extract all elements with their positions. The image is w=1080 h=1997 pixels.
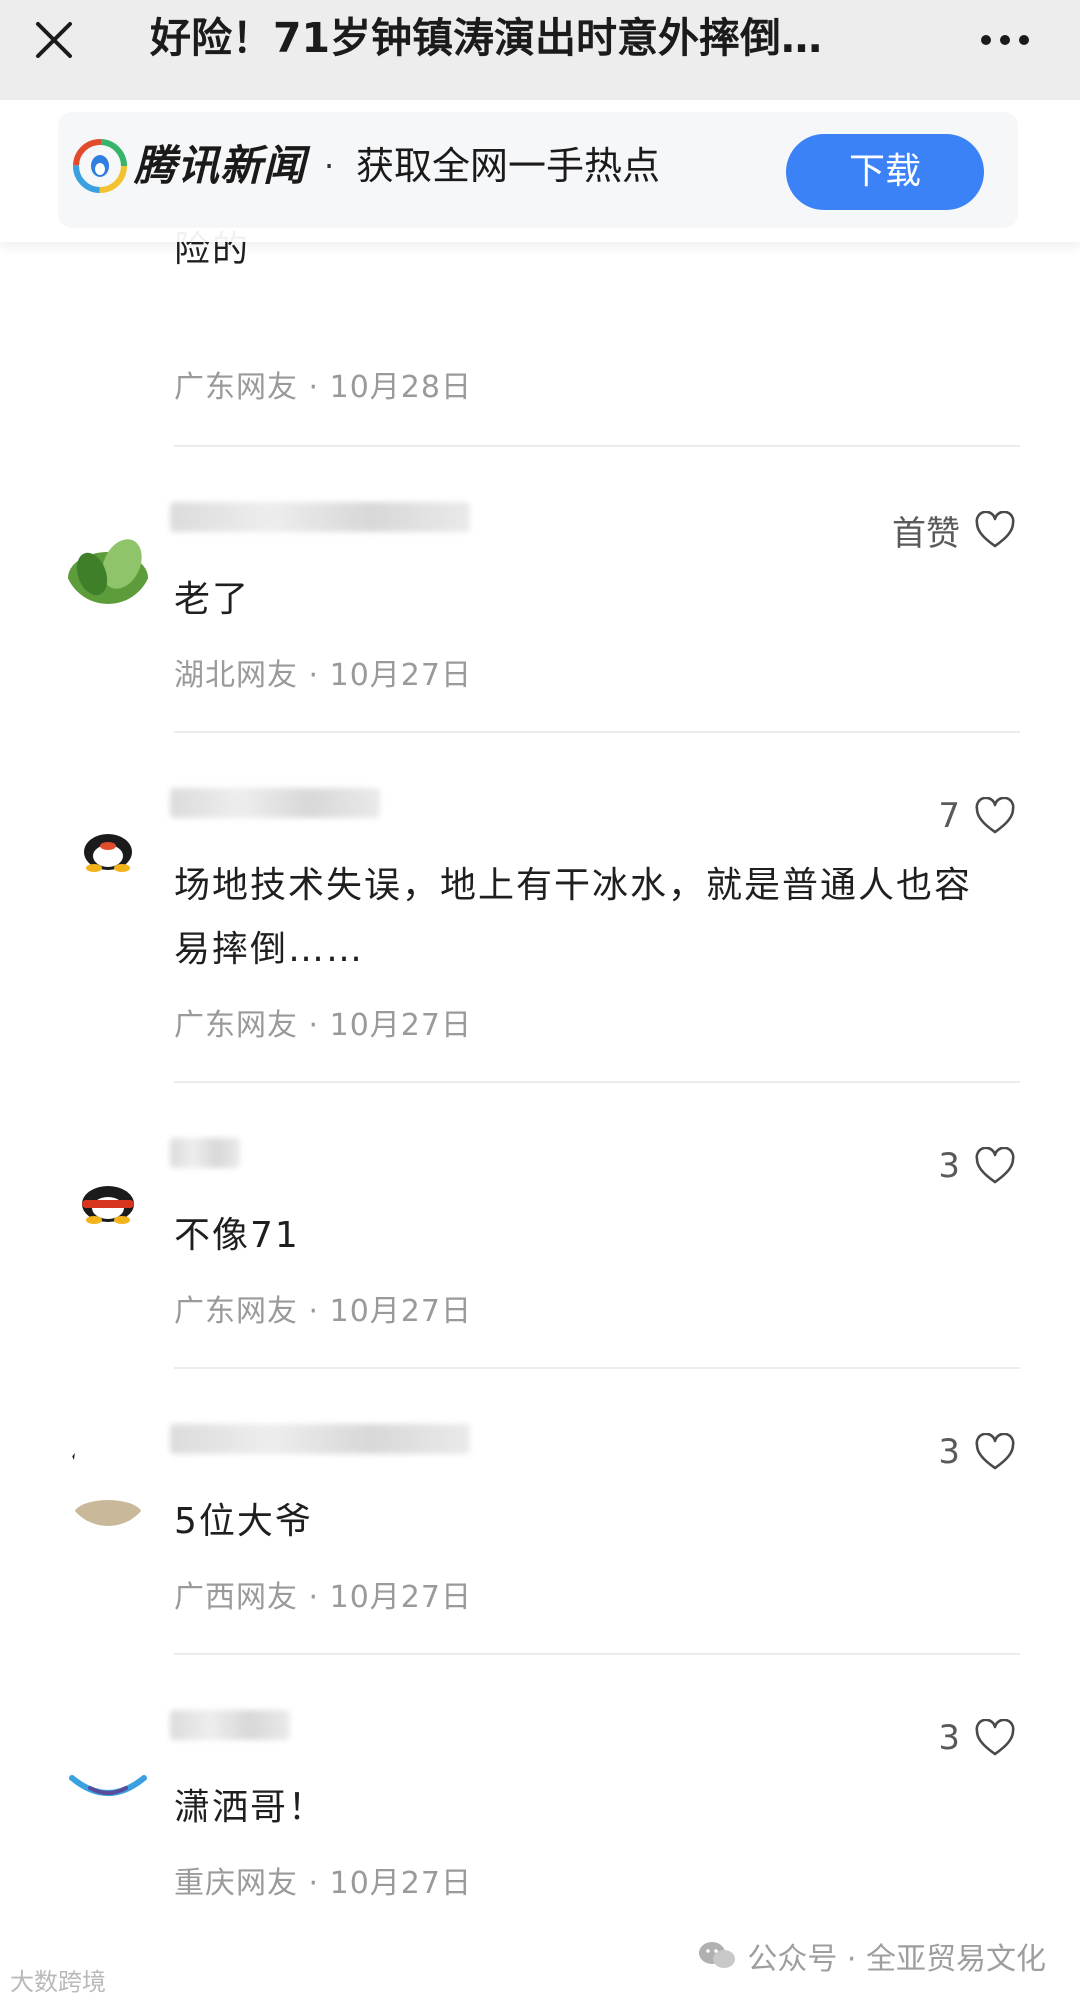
download-button[interactable]: 下载 xyxy=(786,134,984,210)
penguin-avatar-icon xyxy=(64,802,152,890)
divider xyxy=(174,445,1020,447)
divider xyxy=(174,1081,1020,1083)
like-count: 3 xyxy=(938,1146,960,1186)
divider xyxy=(174,1653,1020,1655)
comment-meta: 广东网友 · 10月27日 xyxy=(174,1294,472,1329)
heart-icon xyxy=(975,1433,1015,1470)
comment-text: 5位大爷 xyxy=(174,1501,313,1542)
app-download-banner: 腾讯新闻 · 获取全网一手热点 下载 xyxy=(0,100,1080,242)
watermark-left: 大数跨境 xyxy=(10,1968,106,1996)
comment-text: 场地技术失误，地上有干冰水，就是普通人也容易摔倒…… xyxy=(174,865,973,970)
comment-item: 7 场地技术失误，地上有干冰水，就是普通人也容易摔倒…… 广东网友 · 10月2… xyxy=(0,766,1080,1053)
watermark-right: 公众号 · 全亚贸易文化 xyxy=(697,1934,1046,1978)
comment-item: 3 潇洒哥！ 重庆网友 · 10月27日 xyxy=(0,1688,1080,1975)
avatar[interactable] xyxy=(64,1724,152,1812)
heart-icon xyxy=(975,511,1015,548)
username-blurred xyxy=(170,1424,470,1454)
like-count: 7 xyxy=(938,796,960,836)
comment-item: 3 5位大爷 广西网友 · 10月27日 xyxy=(0,1402,1080,1689)
divider xyxy=(174,731,1020,733)
leaf-avatar-icon xyxy=(64,516,152,604)
wechat-icon xyxy=(699,1942,736,1968)
username-blurred xyxy=(170,788,380,818)
like-count: 首赞 xyxy=(892,513,960,554)
comment-meta: 重庆网友 · 10月27日 xyxy=(174,1866,472,1901)
like-count: 3 xyxy=(938,1432,960,1472)
penguin-avatar-icon xyxy=(64,1152,152,1240)
like-button[interactable]: 首赞 xyxy=(892,500,1016,560)
comment-item: 首赞 老了 湖北网友 · 10月27日 xyxy=(0,480,1080,767)
heart-icon xyxy=(975,797,1015,834)
heart-icon xyxy=(975,1147,1015,1184)
divider xyxy=(174,1367,1020,1369)
watermark-right-text: 公众号 · 全亚贸易文化 xyxy=(747,1942,1046,1977)
like-button[interactable]: 3 xyxy=(938,1708,1016,1768)
comment-text: 不像71 xyxy=(174,1215,300,1256)
like-button[interactable]: 3 xyxy=(938,1136,1016,1196)
comment-item: 3 不像71 广东网友 · 10月27日 xyxy=(0,1116,1080,1403)
comment-text: 潇洒哥！ xyxy=(174,1787,327,1828)
avatar[interactable] xyxy=(64,1438,152,1526)
like-button[interactable]: 3 xyxy=(938,1422,1016,1482)
username-blurred xyxy=(170,502,470,532)
heart-icon xyxy=(975,1719,1015,1756)
comment-meta: 广东网友 · 10月27日 xyxy=(174,1008,472,1043)
comment-meta: 广西网友 · 10月27日 xyxy=(174,1580,472,1615)
tencent-news-logo-icon xyxy=(73,139,127,193)
banner-container: 腾讯新闻 · 获取全网一手热点 下载 xyxy=(58,112,1018,228)
avatar[interactable] xyxy=(64,802,152,890)
brand-name: 腾讯新闻 xyxy=(134,141,307,190)
username-blurred xyxy=(170,1710,290,1740)
banner-slogan: 获取全网一手热点 xyxy=(356,144,661,188)
comment-list: 险的 广东网友 · 10月28日 首赞 老了 湖北网友 · 10月27日 7 场… xyxy=(0,0,1080,1997)
avatar[interactable] xyxy=(64,1152,152,1240)
username-blurred xyxy=(170,1138,240,1168)
partial-comment-meta: 广东网友 · 10月28日 xyxy=(174,370,472,405)
like-count: 3 xyxy=(938,1718,960,1758)
comment-meta: 湖北网友 · 10月27日 xyxy=(174,658,472,693)
photo-avatar-icon xyxy=(64,1438,152,1526)
comment-text: 老了 xyxy=(174,579,251,620)
separator: · xyxy=(324,147,335,185)
smile-avatar-icon xyxy=(64,1724,152,1812)
avatar[interactable] xyxy=(64,516,152,604)
like-button[interactable]: 7 xyxy=(938,786,1016,846)
